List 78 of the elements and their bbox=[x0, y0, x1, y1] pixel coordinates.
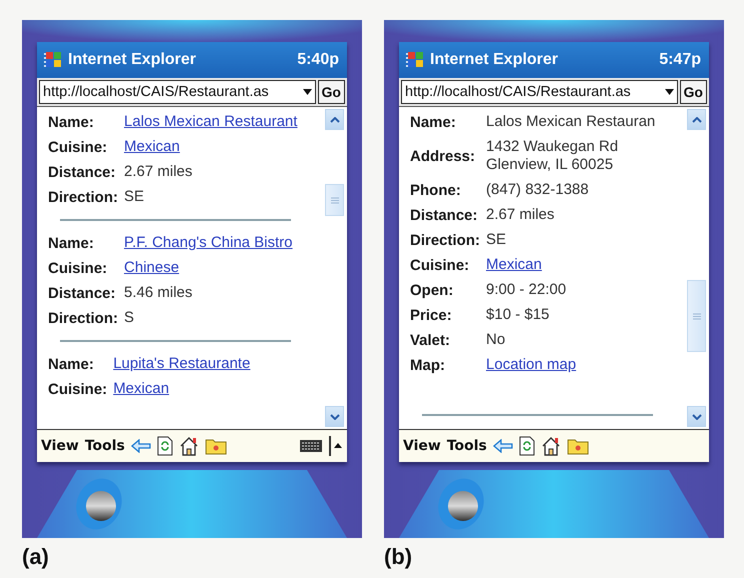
field-label: Phone: bbox=[410, 182, 462, 198]
caret-up-icon[interactable] bbox=[329, 436, 343, 456]
go-button[interactable]: Go bbox=[680, 80, 707, 104]
folder-icon[interactable] bbox=[566, 437, 589, 455]
field-value: S bbox=[124, 309, 134, 326]
field-label: Open: bbox=[410, 282, 454, 298]
field-label: Map: bbox=[410, 356, 446, 374]
field-label: Name: bbox=[48, 234, 95, 252]
field-label: Distance: bbox=[48, 284, 117, 302]
window-title: Internet Explorer bbox=[68, 51, 198, 69]
chevron-up-icon bbox=[330, 116, 340, 122]
field-link[interactable]: Mexican bbox=[113, 380, 170, 397]
field-value: 5.46 miles bbox=[124, 284, 192, 301]
field-label: Direction: bbox=[48, 188, 118, 206]
field-link[interactable]: Mexican bbox=[486, 256, 542, 273]
field-label: Distance: bbox=[410, 206, 479, 224]
field-link[interactable]: P.F. Chang's China Bistro bbox=[124, 234, 293, 251]
address-field[interactable]: http://localhost/CAIS/Restaurant.as bbox=[39, 80, 316, 104]
field-label: Name: bbox=[48, 356, 95, 372]
home-icon[interactable] bbox=[178, 436, 199, 456]
field-value: 2.67 miles bbox=[486, 206, 554, 223]
keyboard-icon[interactable] bbox=[299, 438, 323, 454]
dropdown-arrow-icon[interactable] bbox=[664, 89, 674, 95]
field-label: Cuisine: bbox=[48, 260, 108, 276]
field-link[interactable]: Lalos Mexican Restaurant bbox=[124, 113, 298, 130]
field-value: $10 - $15 bbox=[486, 306, 550, 323]
folder-icon[interactable] bbox=[204, 437, 227, 455]
back-icon[interactable] bbox=[130, 439, 151, 453]
field-label: Cuisine: bbox=[48, 138, 108, 156]
field-value: SE bbox=[486, 231, 506, 248]
chevron-up-icon bbox=[692, 116, 702, 122]
clock-time: 5:47p bbox=[659, 51, 701, 69]
field-label: Valet: bbox=[410, 332, 452, 348]
home-icon[interactable] bbox=[540, 436, 561, 456]
scroll-down-button[interactable] bbox=[325, 406, 344, 427]
scroll-thumb[interactable] bbox=[687, 280, 706, 352]
field-link[interactable]: Lupita's Restaurante bbox=[113, 355, 250, 372]
field-label: Cuisine: bbox=[48, 380, 108, 398]
field-value: (847) 832-1388 bbox=[486, 181, 589, 198]
windows-flag-icon bbox=[405, 50, 425, 70]
menu-button[interactable]: View bbox=[403, 438, 441, 454]
field-value: SE bbox=[124, 188, 144, 205]
windows-flag-icon bbox=[43, 50, 63, 70]
dropdown-arrow-icon[interactable] bbox=[302, 89, 312, 95]
panel-caption: (a) bbox=[22, 544, 50, 570]
field-label: Distance: bbox=[48, 164, 117, 180]
field-label: Direction: bbox=[48, 310, 118, 326]
chevron-down-icon bbox=[330, 414, 340, 420]
go-button[interactable]: Go bbox=[318, 80, 345, 104]
chevron-down-icon bbox=[692, 414, 702, 420]
back-icon[interactable] bbox=[492, 439, 513, 453]
field-value: Lalos Mexican Restauran bbox=[486, 113, 656, 130]
refresh-icon[interactable] bbox=[156, 436, 173, 456]
field-value: 2.67 miles bbox=[124, 163, 192, 180]
field-label: Name: bbox=[48, 114, 95, 130]
field-link[interactable]: Mexican bbox=[124, 138, 180, 155]
address-field[interactable]: http://localhost/CAIS/Restaurant.as bbox=[401, 80, 678, 104]
field-value: 9:00 - 22:00 bbox=[486, 281, 566, 298]
refresh-icon[interactable] bbox=[518, 436, 535, 456]
field-label: Direction: bbox=[410, 232, 480, 248]
clock-time: 5:40p bbox=[297, 51, 339, 69]
scroll-thumb[interactable] bbox=[325, 184, 344, 216]
field-label: Name: bbox=[410, 114, 457, 130]
scroll-down-button[interactable] bbox=[687, 406, 706, 427]
field-label: Address: bbox=[410, 148, 476, 164]
field-value: No bbox=[486, 331, 506, 348]
field-link[interactable]: Chinese bbox=[124, 259, 180, 276]
field-value: 1432 Waukegan Rd Glenview, IL 60025 bbox=[486, 138, 618, 173]
field-link[interactable]: Location map bbox=[486, 356, 576, 373]
field-label: Cuisine: bbox=[410, 256, 470, 274]
panel-caption: (b) bbox=[384, 544, 414, 570]
menu-button[interactable]: Tools bbox=[446, 438, 487, 454]
menu-button[interactable]: View bbox=[41, 438, 79, 454]
scroll-up-button[interactable] bbox=[325, 109, 344, 130]
window-title: Internet Explorer bbox=[430, 51, 560, 69]
scroll-up-button[interactable] bbox=[687, 109, 706, 130]
menu-button[interactable]: Tools bbox=[84, 438, 125, 454]
field-label: Price: bbox=[410, 306, 453, 324]
